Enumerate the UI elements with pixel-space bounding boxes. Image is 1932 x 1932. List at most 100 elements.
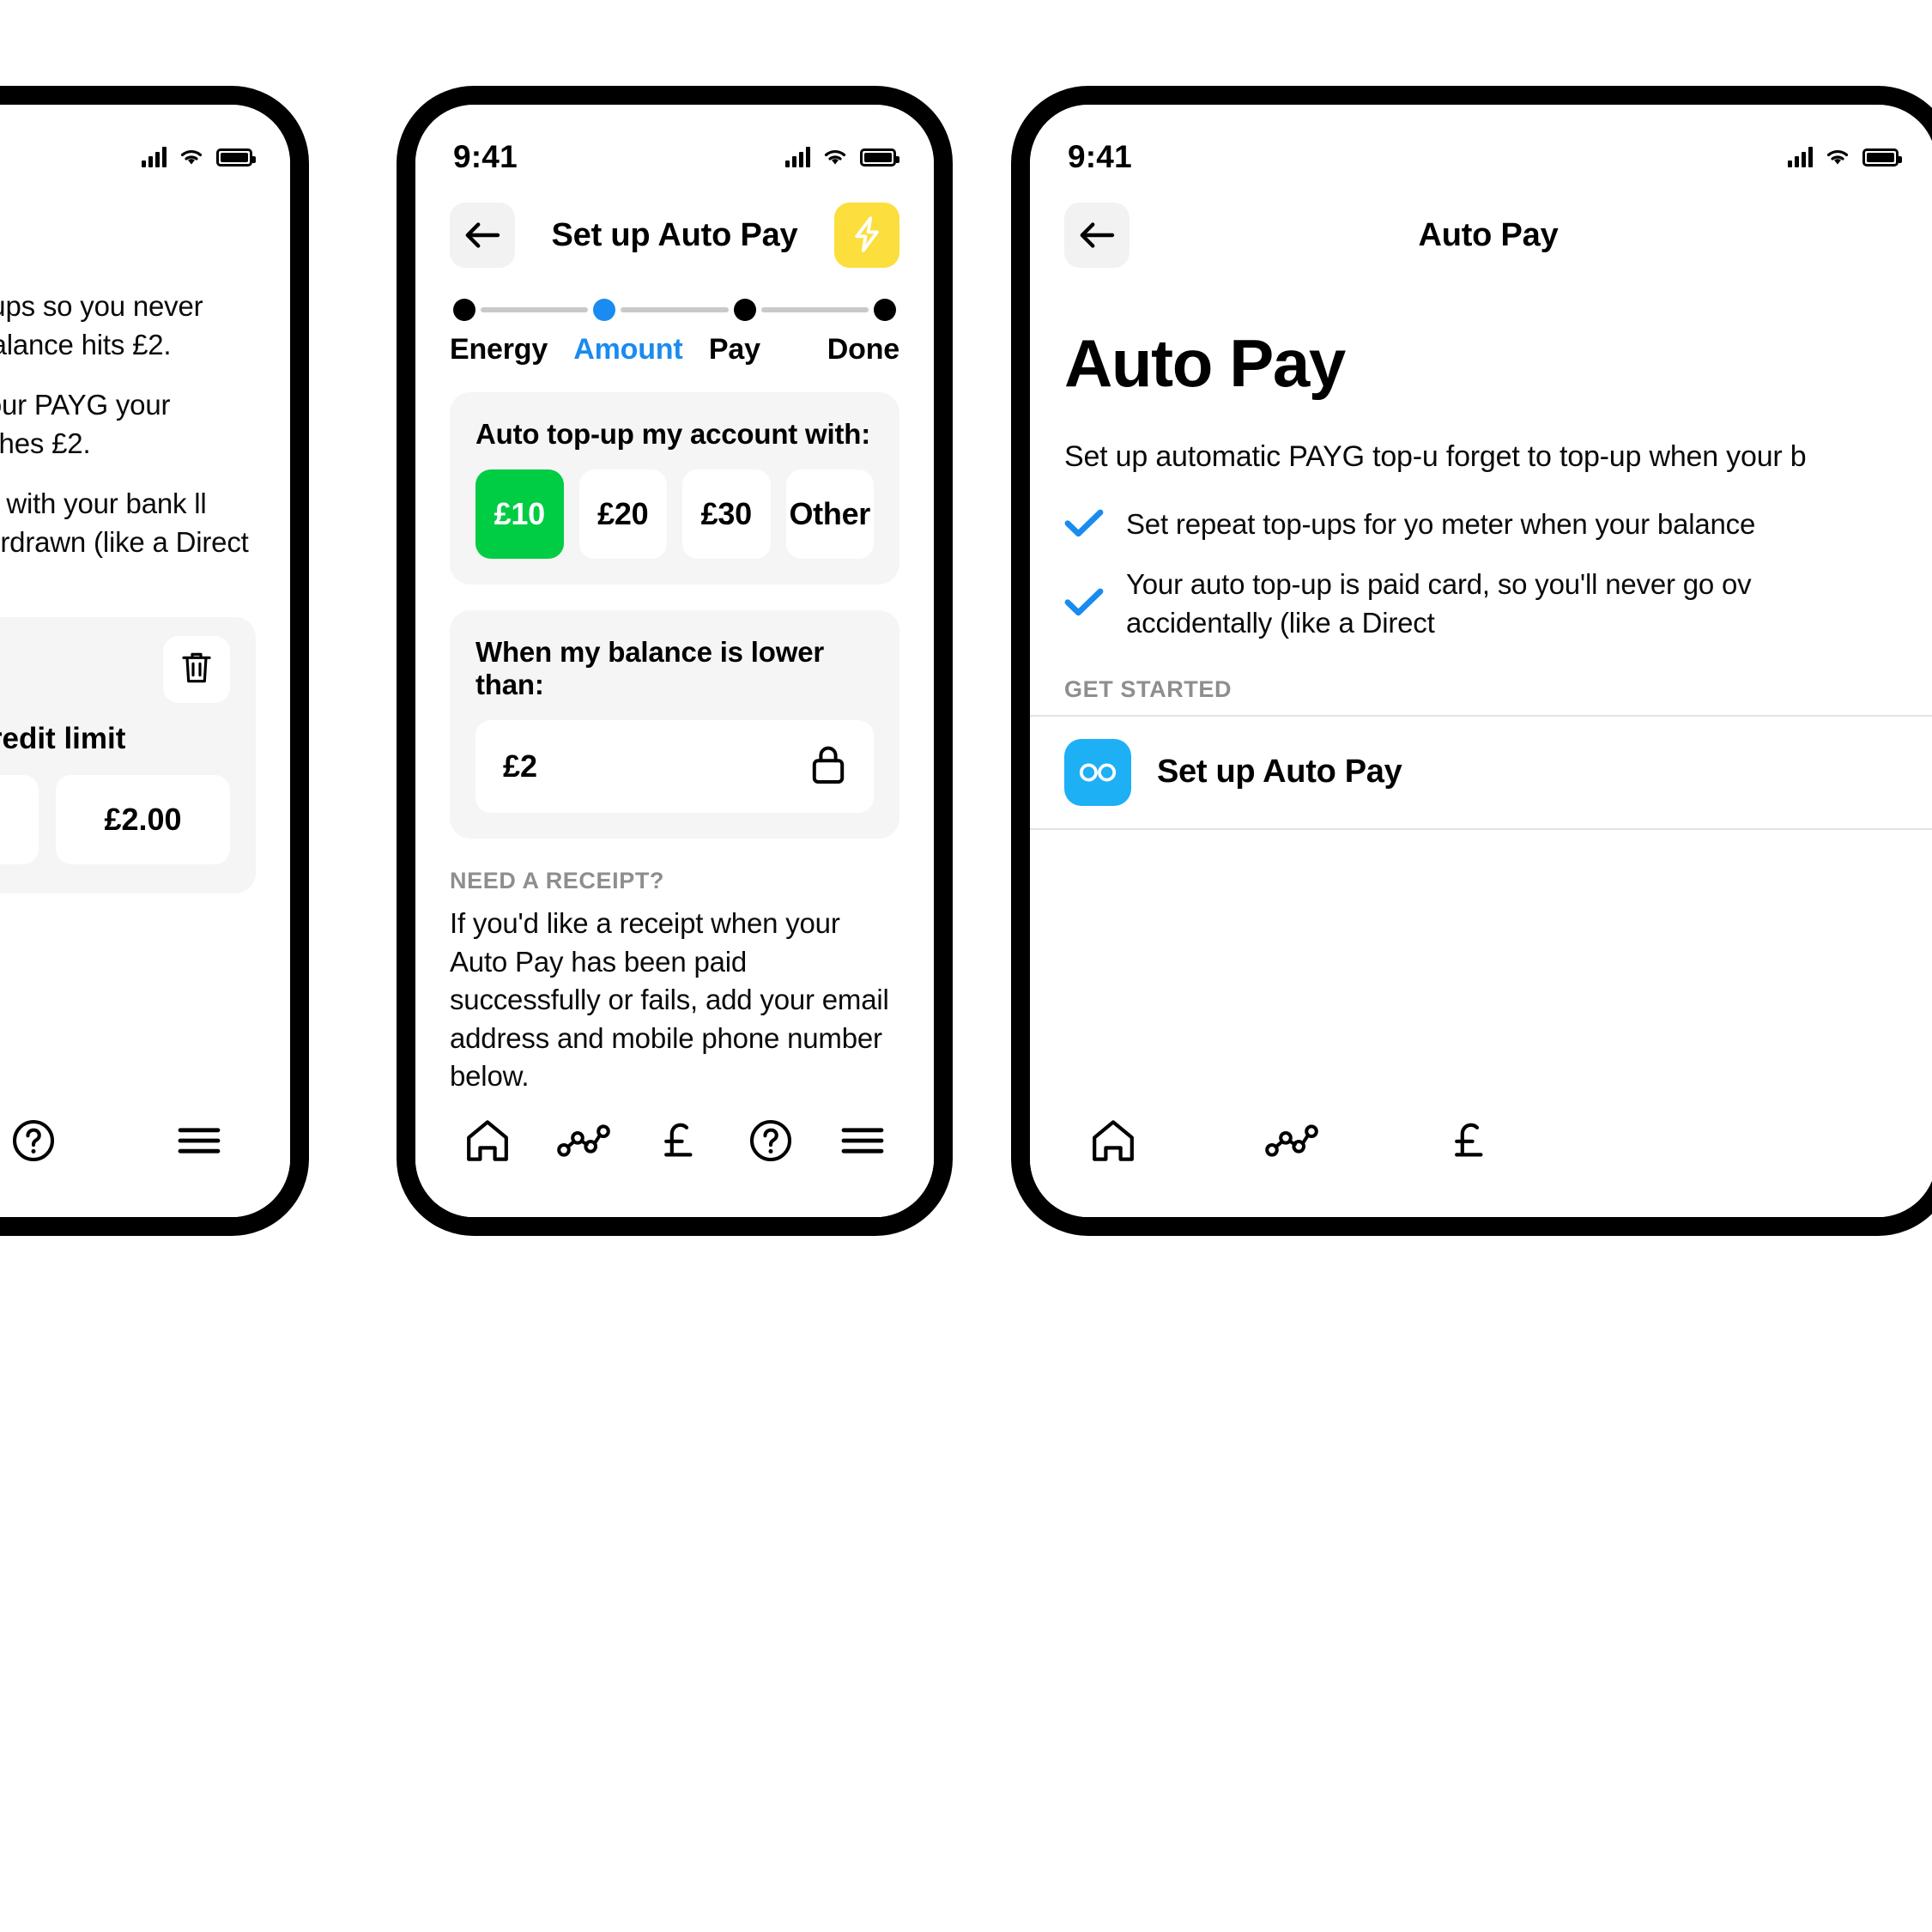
benefit-text: Set repeat top-ups for yo meter when you… <box>1126 508 1756 541</box>
screen-left: Auto Pay c PAYG top-ups so you never whe… <box>0 105 290 1217</box>
setup-autopay-label: Set up Auto Pay <box>1157 754 1402 790</box>
page-intro: Set up automatic PAYG top-u forget to to… <box>1064 440 1807 473</box>
credit-limit-title: Credit limit <box>0 721 126 755</box>
pound-icon <box>657 1117 701 1167</box>
help-icon <box>10 1117 57 1166</box>
left-body-text: c PAYG top-ups so you never when your ba… <box>0 248 290 600</box>
help-icon <box>748 1117 794 1166</box>
topup-amount-title: Auto top-up my account with: <box>475 418 871 450</box>
status-time: 9:41 <box>453 139 518 174</box>
receipt-eyebrow: NEED A RECEIPT? <box>450 868 665 893</box>
home-icon <box>1090 1118 1136 1166</box>
left-paragraph-1: c PAYG top-ups so you never when your ba… <box>0 290 203 360</box>
nav-bar-middle: Set up Auto Pay <box>415 184 934 276</box>
wifi-icon <box>179 148 204 167</box>
balance-threshold-value: £2 <box>503 748 538 784</box>
get-started-header: GET STARTED <box>1064 675 1232 702</box>
balance-threshold-title: When my balance is lower than: <box>475 636 824 700</box>
credit-limit-row: £2.00 <box>0 774 230 864</box>
back-button[interactable] <box>450 203 515 268</box>
status-bar-middle: 9:41 <box>415 105 934 184</box>
status-icons <box>1788 147 1902 167</box>
lock-icon <box>810 744 846 790</box>
step-label-amount: Amount <box>573 333 683 366</box>
tab-bar-left <box>0 1088 290 1217</box>
credit-limit-box-blank[interactable] <box>0 774 39 864</box>
benefit-list: Set repeat top-ups for yo meter when you… <box>1064 506 1902 642</box>
stepper-labels: Energy Amount Pay Done <box>450 333 899 366</box>
step-label-done: Done <box>827 333 899 366</box>
home-icon <box>464 1118 511 1166</box>
back-button[interactable] <box>1064 203 1130 268</box>
tab-bar-right <box>1030 1088 1932 1217</box>
step-label-pay: Pay <box>708 333 760 366</box>
screen-middle: 9:41 Set up Auto Pay Energy Amount Pay D… <box>415 105 934 1217</box>
cellular-signal-icon <box>785 147 810 167</box>
setup-autopay-row[interactable]: Set up Auto Pay <box>1030 714 1932 830</box>
topup-amount-card: Auto top-up my account with: £10 £20 £30… <box>450 392 899 584</box>
back-arrow-icon <box>1078 221 1116 249</box>
pound-icon <box>1447 1117 1492 1167</box>
page-title-left: Auto Pay <box>0 203 256 239</box>
step-node-amount[interactable] <box>593 299 616 321</box>
phone-mockup-right: 9:41 Auto Pay Auto Pay Set up automatic … <box>1011 86 1932 1236</box>
amount-option-20[interactable]: £20 <box>578 469 667 559</box>
step-node-energy[interactable] <box>453 299 475 321</box>
balance-threshold-card: When my balance is lower than: £2 <box>450 610 899 839</box>
step-node-pay[interactable] <box>733 299 756 321</box>
step-line-1 <box>481 307 589 312</box>
cellular-signal-icon <box>142 147 167 167</box>
nav-bar-left: Auto Pay <box>0 184 290 248</box>
progress-stepper: Energy Amount Pay Done <box>415 276 934 366</box>
status-icons <box>785 147 899 167</box>
balance-threshold-field[interactable]: £2 <box>475 720 874 813</box>
left-paragraph-2: op-ups for your PAYG your balance reache… <box>0 389 171 459</box>
receipt-description: If you'd like a receipt when your Auto P… <box>450 907 889 1093</box>
tab-payments[interactable] <box>648 1108 710 1176</box>
tab-menu[interactable] <box>832 1116 893 1168</box>
amount-option-other[interactable]: Other <box>785 469 874 559</box>
left-paragraph-3: op-up is paid with your bank ll never go… <box>0 488 249 558</box>
tab-help[interactable] <box>2 1109 65 1175</box>
phone-mockup-middle: 9:41 Set up Auto Pay Energy Amount Pay D… <box>397 86 953 1236</box>
tab-usage[interactable] <box>1257 1115 1327 1169</box>
topup-amount-options: £10 £20 £30 Other <box>475 469 874 559</box>
status-time: 9:41 <box>1068 139 1132 174</box>
benefit-text: Your auto top-up is paid card, so you'll… <box>1126 568 1752 639</box>
amount-option-30[interactable]: £30 <box>682 469 771 559</box>
step-line-3 <box>760 307 869 312</box>
back-arrow-icon <box>463 221 501 249</box>
usage-chart-icon <box>1265 1123 1318 1160</box>
check-icon <box>1064 586 1104 621</box>
tab-payments[interactable] <box>1438 1108 1500 1176</box>
menu-icon <box>840 1124 885 1160</box>
tab-help[interactable] <box>739 1109 802 1175</box>
usage-chart-icon <box>557 1123 610 1160</box>
page-heading: Auto Pay <box>1064 325 1346 401</box>
cellular-signal-icon <box>1788 147 1813 167</box>
list-item: Set repeat top-ups for yo meter when you… <box>1064 506 1902 543</box>
wifi-icon <box>1825 148 1850 167</box>
screen-right: 9:41 Auto Pay Auto Pay Set up automatic … <box>1030 105 1932 1217</box>
tab-menu[interactable] <box>168 1116 230 1168</box>
infinity-icon <box>1064 738 1131 806</box>
credit-limit-value[interactable]: £2.00 <box>56 774 230 864</box>
delete-button[interactable] <box>163 635 230 703</box>
tab-home[interactable] <box>1081 1110 1145 1174</box>
page-title-right: Auto Pay <box>1418 216 1559 253</box>
step-node-done[interactable] <box>873 299 896 321</box>
tab-usage[interactable] <box>548 1115 619 1169</box>
battery-icon <box>1862 148 1902 167</box>
nav-bar-right: Auto Pay <box>1030 184 1932 276</box>
trash-icon <box>179 649 214 689</box>
battery-icon <box>216 148 256 167</box>
phone-mockup-left: Auto Pay c PAYG top-ups so you never whe… <box>0 86 309 1236</box>
lightning-bolt-icon <box>852 215 881 256</box>
quick-action-button[interactable] <box>834 203 899 268</box>
tab-home[interactable] <box>456 1110 519 1174</box>
step-line-2 <box>621 307 729 312</box>
amount-option-10[interactable]: £10 <box>475 469 564 559</box>
wifi-icon <box>822 148 848 167</box>
menu-icon <box>177 1124 221 1160</box>
stepper-track <box>450 299 899 321</box>
